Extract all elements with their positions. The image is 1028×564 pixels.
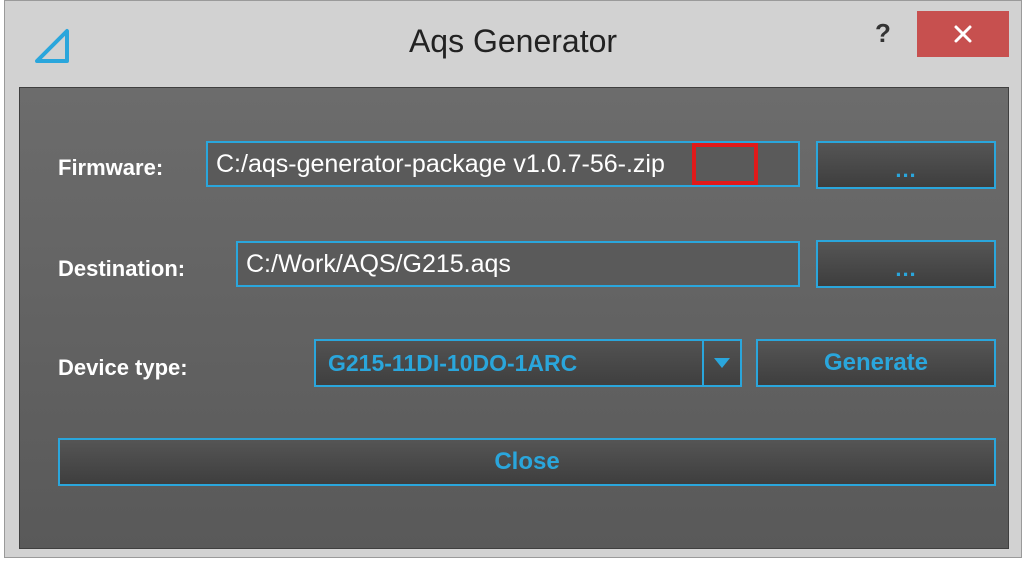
close-button[interactable]: Close <box>58 438 996 486</box>
device-type-value: G215-11DI-10DO-1ARC <box>328 350 578 376</box>
device-type-select[interactable]: G215-11DI-10DO-1ARC <box>314 339 742 387</box>
chevron-down-icon <box>714 358 730 368</box>
destination-path-field[interactable]: C:/Work/AQS/G215.aqs <box>236 241 800 287</box>
help-button[interactable]: ? <box>865 15 901 51</box>
extension-highlight-box <box>692 143 758 185</box>
title-bar: Aqs Generator ? <box>5 1 1021 87</box>
aqs-generator-window: Aqs Generator ? Firmware: C:/aqs-generat… <box>4 0 1022 558</box>
dialog-body: Firmware: C:/aqs-generator-package v1.0.… <box>19 87 1009 549</box>
destination-browse-button[interactable]: ... <box>816 240 996 288</box>
window-close-button[interactable] <box>917 11 1009 57</box>
generate-button[interactable]: Generate <box>756 339 996 387</box>
firmware-label: Firmware: <box>58 155 164 180</box>
destination-label: Destination: <box>58 256 186 281</box>
firmware-browse-button[interactable]: ... <box>816 141 996 189</box>
close-icon <box>954 25 972 43</box>
dropdown-arrow-button[interactable] <box>702 341 740 385</box>
device-type-label: Device type: <box>58 355 188 380</box>
